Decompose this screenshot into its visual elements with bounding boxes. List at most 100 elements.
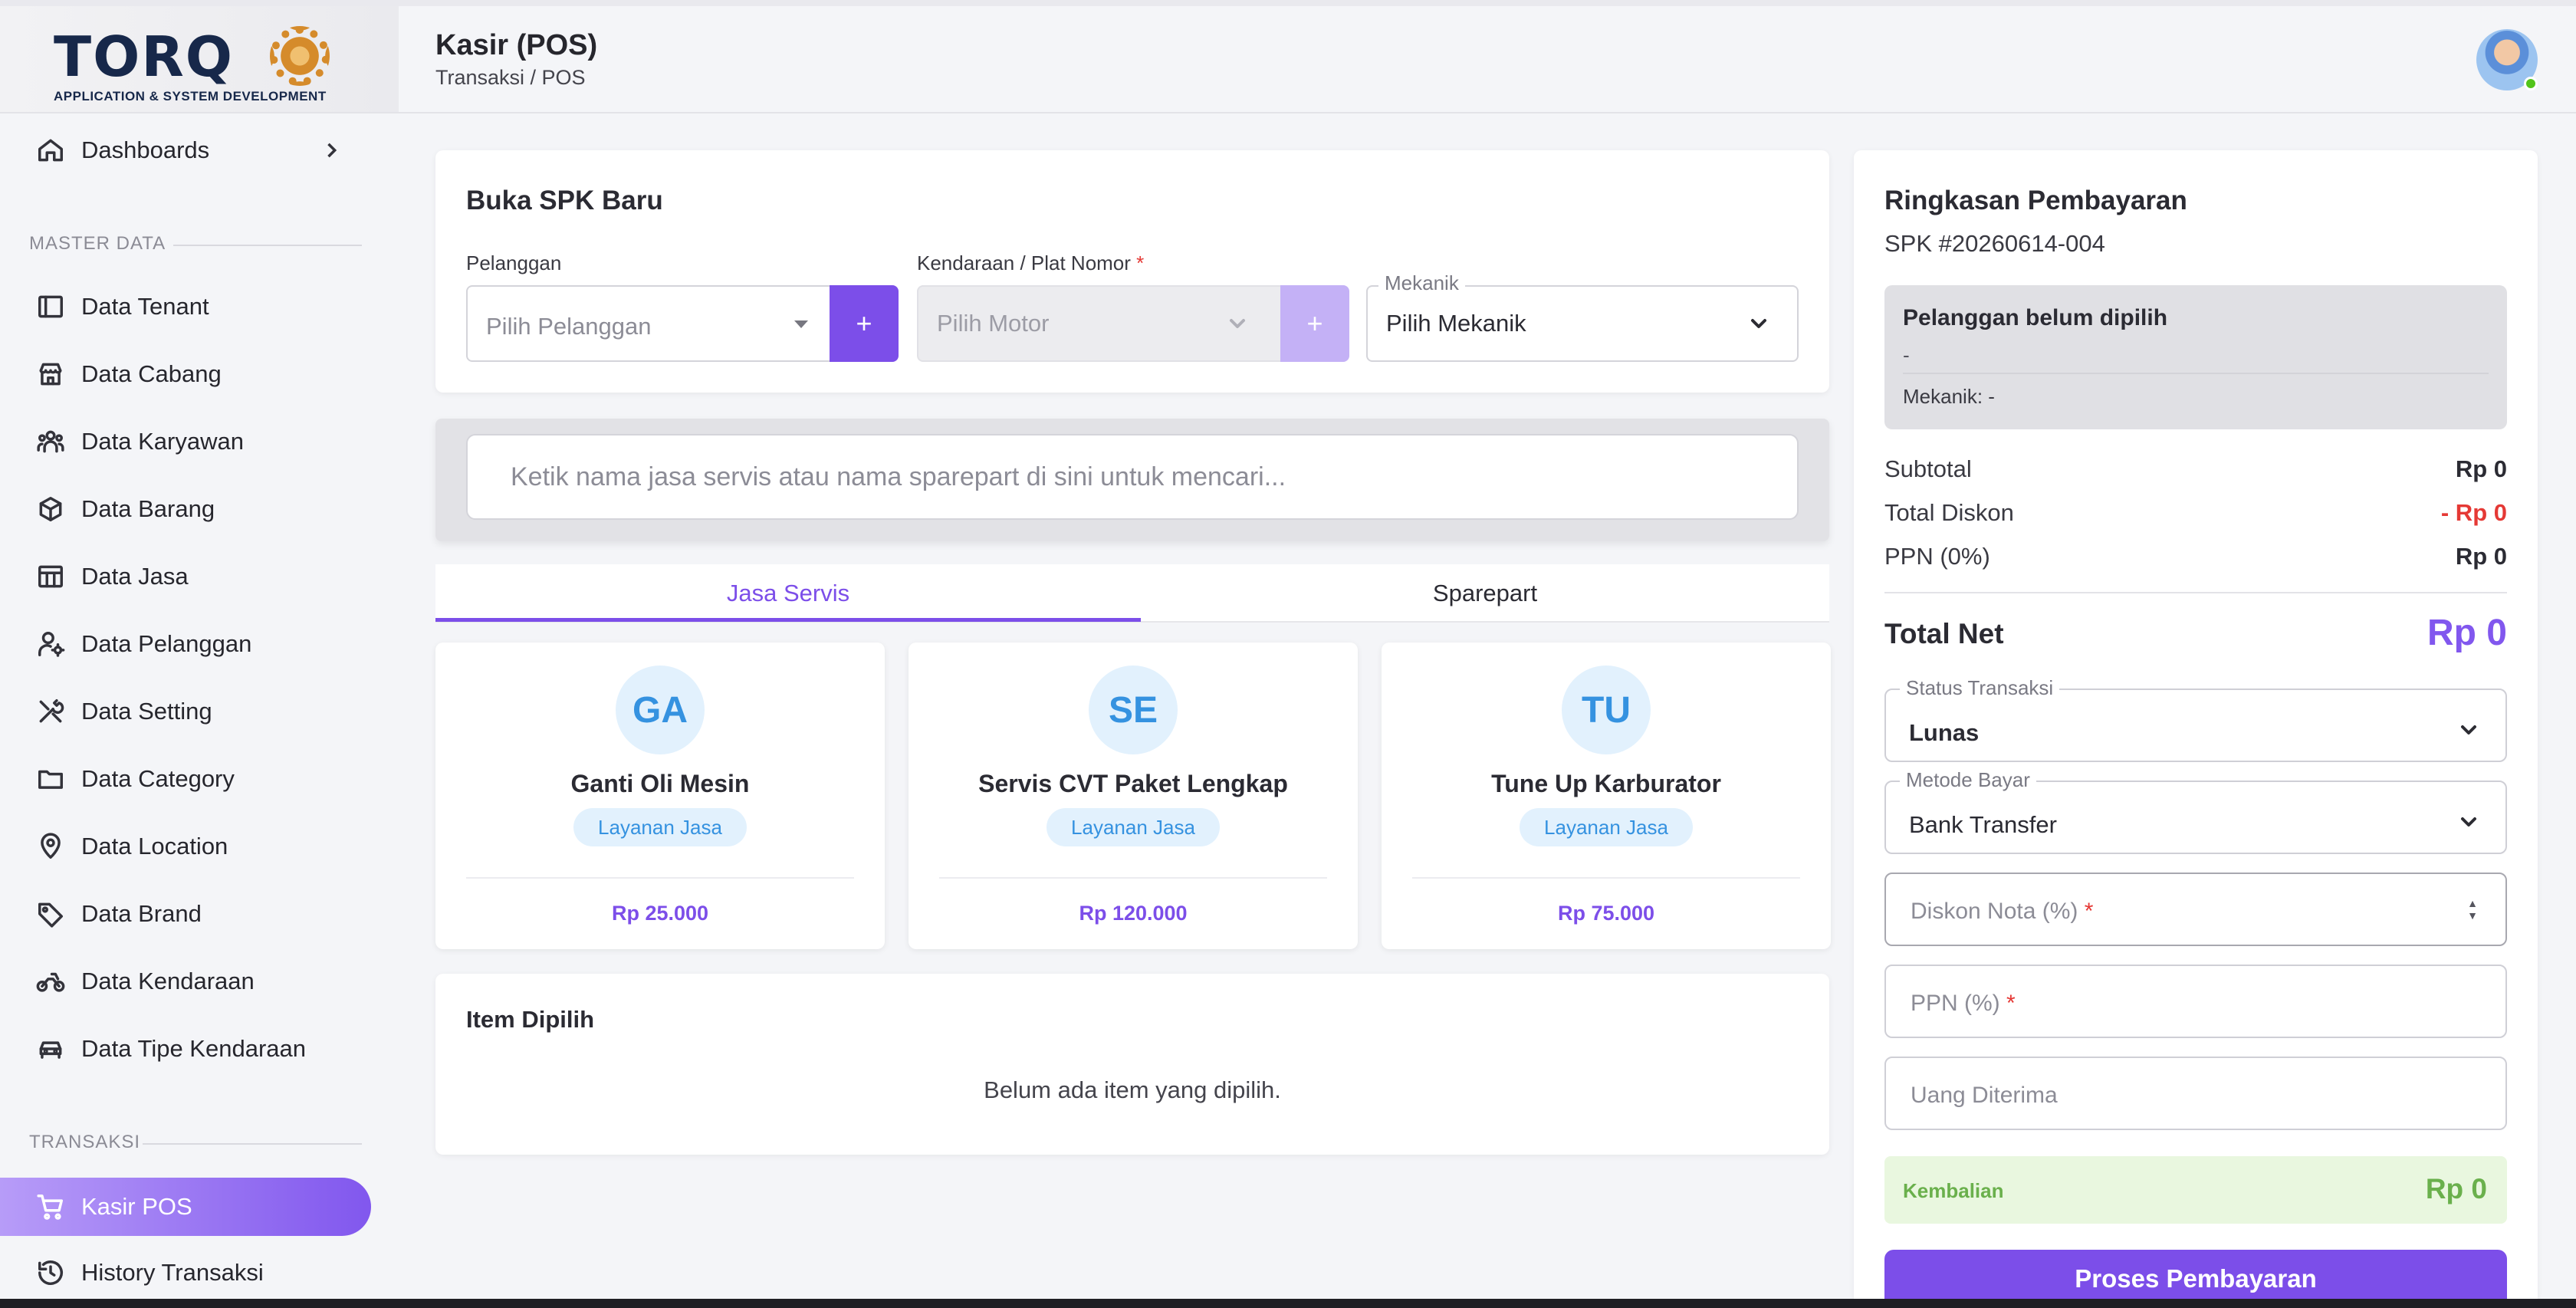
selected-items-empty: Belum ada item yang dipilih. bbox=[984, 1076, 1281, 1103]
sidebar-item-data-category[interactable]: Data Category bbox=[0, 754, 368, 804]
product-badge: Layanan Jasa bbox=[573, 808, 747, 846]
product-card[interactable]: TU Tune Up Karburator Layanan Jasa Rp 75… bbox=[1382, 642, 1831, 949]
logo-gear-icon bbox=[270, 26, 330, 86]
total-net-label: Total Net bbox=[1884, 618, 2004, 649]
sidebar-item-data-pelanggan[interactable]: Data Pelanggan bbox=[0, 619, 368, 669]
sidebar-item-label: Data Tenant bbox=[81, 293, 209, 320]
divider bbox=[143, 1143, 362, 1145]
active-tab-indicator bbox=[435, 618, 1141, 622]
sidebar-item-data-tipe-kendaraan[interactable]: Data Tipe Kendaraan bbox=[0, 1024, 368, 1073]
product-card[interactable]: SE Servis CVT Paket Lengkap Layanan Jasa… bbox=[909, 642, 1358, 949]
logo-subtitle: APPLICATION & SYSTEM DEVELOPMENT bbox=[54, 89, 327, 104]
window-top-edge bbox=[0, 0, 2576, 6]
sidebar-item-data-setting[interactable]: Data Setting bbox=[0, 687, 368, 736]
sidebar-item-kasir-pos[interactable]: Kasir POS bbox=[0, 1178, 371, 1236]
kembalian-value: Rp 0 bbox=[2425, 1173, 2487, 1204]
diskon-nota-input[interactable]: Diskon Nota (%) * ▲ ▼ bbox=[1884, 873, 2507, 946]
ppn-placeholder: PPN (%) * bbox=[1911, 991, 2016, 1016]
brand-logo[interactable]: TORQ APPLICATION & SYSTEM DEVELOPMENT bbox=[0, 6, 399, 113]
folder-icon bbox=[35, 764, 66, 794]
sidebar-item-label: Dashboards bbox=[81, 136, 210, 163]
sidebar-item-data-tenant[interactable]: Data Tenant bbox=[0, 282, 368, 331]
product-badge: Layanan Jasa bbox=[1520, 808, 1693, 846]
spk-card: Buka SPK Baru Pelanggan Pilih Pelanggan … bbox=[435, 150, 1829, 393]
home-icon bbox=[35, 135, 66, 166]
customer-info-box: Pelanggan belum dipilih - Mekanik: - bbox=[1884, 285, 2507, 429]
online-status-dot bbox=[2524, 77, 2538, 90]
sidebar-item-label: Data Location bbox=[81, 833, 228, 859]
tab-sparepart[interactable]: Sparepart bbox=[1141, 564, 1829, 623]
sidebar-item-label: Kasir POS bbox=[81, 1193, 192, 1220]
ppn-input[interactable]: PPN (%) * bbox=[1884, 965, 2507, 1038]
customer-title: Pelanggan belum dipilih bbox=[1903, 305, 2168, 330]
columns-icon bbox=[35, 561, 66, 592]
sidebar-item-data-brand[interactable]: Data Brand bbox=[0, 889, 368, 938]
uang-placeholder: Uang Diterima bbox=[1911, 1083, 2058, 1108]
ppn-value: Rp 0 bbox=[2455, 543, 2507, 570]
cart-icon bbox=[35, 1191, 66, 1222]
uang-diterima-input[interactable]: Uang Diterima bbox=[1884, 1057, 2507, 1130]
selected-items-card: Item Dipilih Belum ada item yang dipilih… bbox=[435, 974, 1829, 1155]
chevron-down-icon bbox=[2456, 718, 2481, 746]
tools-icon bbox=[35, 696, 66, 727]
sidebar-item-data-jasa[interactable]: Data Jasa bbox=[0, 552, 368, 601]
page-title: Kasir (POS) bbox=[435, 29, 598, 61]
breadcrumb[interactable]: Transaksi / POS bbox=[435, 66, 586, 90]
product-price: Rp 25.000 bbox=[611, 902, 709, 925]
sidebar-item-label: Data Setting bbox=[81, 698, 212, 725]
sidebar-item-label: Data Pelanggan bbox=[81, 630, 252, 657]
diskon-value: - Rp 0 bbox=[2440, 499, 2507, 526]
sidebar-item-data-cabang[interactable]: Data Cabang bbox=[0, 350, 368, 399]
sidebar-item-dashboards[interactable]: Dashboards bbox=[0, 126, 368, 175]
chevron-right-icon bbox=[320, 140, 342, 161]
divider bbox=[1884, 592, 2507, 593]
subtotal-value: Rp 0 bbox=[2455, 455, 2507, 482]
product-name: Ganti Oli Mesin bbox=[570, 770, 750, 797]
tab-jasa-servis[interactable]: Jasa Servis bbox=[435, 564, 1141, 623]
box-icon bbox=[35, 494, 66, 524]
kendaraan-select[interactable]: Pilih Motor bbox=[917, 285, 1282, 362]
sidebar-item-label: Data Tipe Kendaraan bbox=[81, 1035, 306, 1062]
pelanggan-label: Pelanggan bbox=[466, 251, 562, 274]
sidebar-item-data-barang[interactable]: Data Barang bbox=[0, 485, 368, 534]
product-card[interactable]: GA Ganti Oli Mesin Layanan Jasa Rp 25.00… bbox=[435, 642, 885, 949]
section-heading-master: MASTER DATA bbox=[29, 233, 166, 254]
metode-value: Bank Transfer bbox=[1909, 811, 2057, 838]
sidebar-item-label: Data Barang bbox=[81, 495, 215, 522]
mekanik-value: Pilih Mekanik bbox=[1386, 310, 1526, 337]
store-icon bbox=[35, 359, 66, 389]
sidebar-item-history-transaksi[interactable]: History Transaksi bbox=[0, 1248, 368, 1297]
sidebar-item-label: Data Kendaraan bbox=[81, 968, 255, 994]
user-gear-icon bbox=[35, 629, 66, 659]
sidebar-item-data-kendaraan[interactable]: Data Kendaraan bbox=[0, 957, 368, 1006]
sidebar-item-data-location[interactable]: Data Location bbox=[0, 822, 368, 871]
motorcycle-icon bbox=[35, 966, 66, 997]
customer-sub: - bbox=[1903, 343, 1910, 366]
sidebar-item-data-karyawan[interactable]: Data Karyawan bbox=[0, 417, 368, 466]
metode-label: Metode Bayar bbox=[1900, 768, 2036, 792]
sidebar-item-label: Data Cabang bbox=[81, 360, 222, 387]
location-pin-icon bbox=[35, 831, 66, 862]
diskon-nota-placeholder: Diskon Nota (%) * bbox=[1911, 899, 2094, 924]
pelanggan-select[interactable]: Pilih Pelanggan bbox=[466, 285, 831, 362]
sidebar-item-label: Data Category bbox=[81, 765, 235, 792]
proses-pembayaran-button[interactable]: Proses Pembayaran bbox=[1884, 1250, 2507, 1299]
product-name: Servis CVT Paket Lengkap bbox=[978, 770, 1288, 797]
divider bbox=[939, 877, 1327, 879]
layout-icon bbox=[35, 291, 66, 322]
caret-down-icon bbox=[794, 320, 808, 328]
search-input[interactable]: Ketik nama jasa servis atau nama sparepa… bbox=[466, 434, 1799, 520]
divider bbox=[173, 245, 362, 246]
chevron-down-icon bbox=[2456, 810, 2481, 838]
selected-items-title: Item Dipilih bbox=[466, 1006, 595, 1033]
add-pelanggan-button[interactable]: + bbox=[830, 285, 899, 362]
users-icon bbox=[35, 426, 66, 457]
car-icon bbox=[35, 1034, 66, 1064]
add-kendaraan-button[interactable]: + bbox=[1280, 285, 1349, 362]
page-header: Kasir (POS) Transaksi / POS bbox=[399, 6, 2576, 113]
spk-title: Buka SPK Baru bbox=[466, 186, 663, 215]
mekanik-select[interactable]: Pilih Mekanik bbox=[1366, 285, 1799, 362]
subtotal-label: Subtotal bbox=[1884, 455, 1972, 482]
tag-icon bbox=[35, 899, 66, 929]
number-stepper-icon[interactable]: ▲ ▼ bbox=[2467, 897, 2478, 922]
